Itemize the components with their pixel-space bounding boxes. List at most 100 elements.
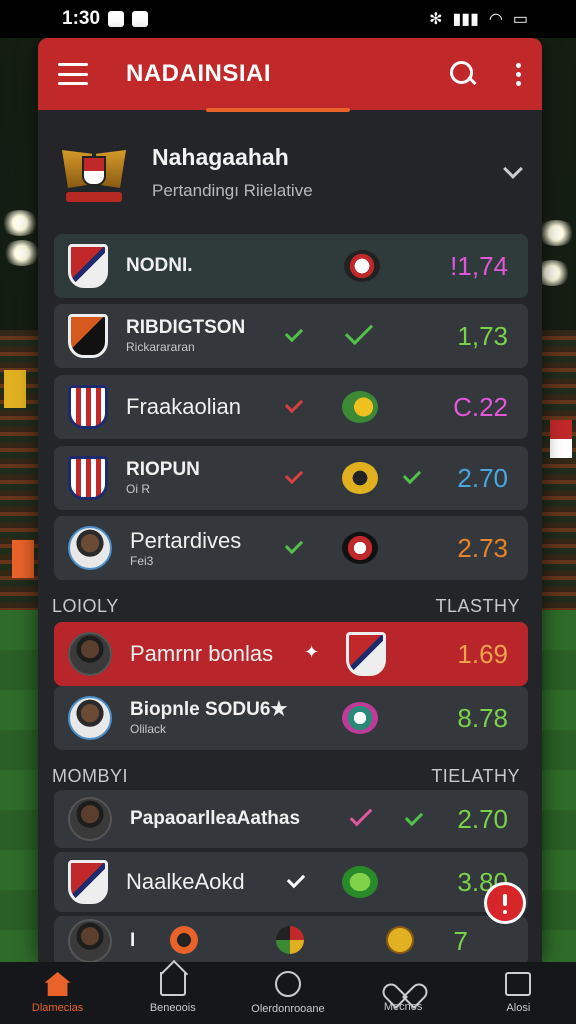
battery-icon: ▭ xyxy=(512,11,528,28)
odds-value[interactable]: 7 xyxy=(454,926,468,957)
check-icon xyxy=(402,465,422,485)
team-subname: Fei3 xyxy=(130,553,154,568)
app-title: NADAINSIAI xyxy=(126,60,272,87)
ball-icon xyxy=(342,532,378,564)
home-icon xyxy=(44,972,71,996)
check-icon xyxy=(349,803,373,827)
team-badge-icon xyxy=(68,385,108,429)
odds-value[interactable]: 2.70 xyxy=(457,804,508,835)
team-name: Fraakaolian xyxy=(126,394,241,420)
nav-item-2[interactable]: Beneoois xyxy=(118,972,228,1014)
nav-item-4[interactable]: Mecnos xyxy=(348,973,458,1013)
flag xyxy=(550,420,572,458)
match-row[interactable]: I 7 xyxy=(54,916,528,962)
search-icon[interactable] xyxy=(448,59,478,89)
odds-value[interactable]: 8.78 xyxy=(457,703,508,734)
team-subname: Rickarararan xyxy=(126,340,195,355)
nav-label: Alosi xyxy=(506,1002,531,1014)
house-icon xyxy=(159,972,186,996)
circle-icon xyxy=(274,971,301,997)
flag xyxy=(4,370,26,408)
floodlight xyxy=(0,210,40,236)
match-row[interactable]: PapaoarlleаAathas 2.70 xyxy=(54,790,528,848)
section-label-right: TLASTHY xyxy=(435,596,520,616)
status-bar: 1:30 ✻ ▮▮▮ ◠ ▭ xyxy=(0,0,576,38)
match-row[interactable]: RIOPUN Oi R 2.70 xyxy=(54,446,528,510)
team-name: RIBDIGTSON Rickarararan xyxy=(126,318,245,354)
team-name: Pamrnr bonlas xyxy=(130,641,274,667)
team-name: RIOPUN Oi R xyxy=(126,460,200,496)
team-name-text: Pertardives xyxy=(130,527,242,553)
odds-value[interactable]: 1,73 xyxy=(457,321,508,352)
player-avatar xyxy=(68,696,112,740)
league-header[interactable]: Nahagaahah Pertandingı Riielative xyxy=(38,110,542,234)
ball-icon xyxy=(342,391,378,423)
player-avatar xyxy=(68,919,112,962)
odds-value[interactable]: C.22 xyxy=(453,392,508,423)
team-name: NaalkeAokd xyxy=(126,869,245,895)
featured-row[interactable]: Pamrnr bonlas ✦ 1.69 xyxy=(54,622,528,686)
match-row[interactable]: Pertardives Fei3 2.73 xyxy=(54,516,528,580)
floodlight xyxy=(2,240,42,266)
notification-icon xyxy=(108,11,125,27)
team-subname: Oi R xyxy=(126,482,150,497)
team-name: Biopnle SODU6★ Olilack xyxy=(130,700,287,736)
team-badge-icon xyxy=(68,314,108,358)
match-row[interactable]: NODNI. ǃ1,74 xyxy=(54,234,528,298)
app-panel: NADAINSIAI Nahagaahah Pertandingı Riiela… xyxy=(38,38,542,962)
team-badge-icon xyxy=(68,456,108,500)
flag xyxy=(12,540,34,578)
team-badge-icon xyxy=(68,244,108,288)
team-badge-icon xyxy=(68,860,108,904)
more-icon[interactable] xyxy=(516,62,522,86)
check-icon xyxy=(284,465,304,485)
team-subname: Olilack xyxy=(130,722,167,737)
odds-value[interactable]: ǃ1,74 xyxy=(450,251,508,282)
nav-item-5[interactable]: Alosi xyxy=(463,972,573,1014)
featured-row[interactable]: Biopnle SODU6★ Olilack 8.78 xyxy=(54,686,528,750)
odds-value[interactable]: 1.69 xyxy=(457,639,508,670)
menu-icon[interactable] xyxy=(58,63,88,85)
alert-fab-button[interactable] xyxy=(484,882,526,924)
team-name-text: Biopnle SODU6★ xyxy=(130,699,288,721)
nav-label: Dlamecias xyxy=(31,1002,84,1014)
bluetooth-icon: ✻ xyxy=(429,11,443,28)
check-icon xyxy=(344,316,374,346)
notification-icon xyxy=(132,11,149,27)
floodlight xyxy=(536,220,576,246)
team-name: NODNI. xyxy=(126,255,193,277)
heart-icon xyxy=(391,973,415,995)
team-name: I xyxy=(130,930,136,952)
match-row[interactable]: RIBDIGTSON Rickarararan 1,73 xyxy=(54,304,528,368)
wifi-icon: ◠ xyxy=(488,11,503,28)
ball-icon xyxy=(344,250,380,282)
team-name: PapaoarlleаAathas xyxy=(130,808,301,830)
odds-value[interactable]: 2.70 xyxy=(457,463,508,494)
match-row[interactable]: NaalkeAokd 3.80 xyxy=(54,852,528,912)
check-icon xyxy=(284,394,304,414)
odds-value[interactable]: 2.73 xyxy=(457,533,508,564)
crowd xyxy=(0,330,40,610)
section-label: MOMBYI xyxy=(52,766,129,786)
nav-label: Beneoois xyxy=(149,1002,196,1014)
player-avatar xyxy=(68,526,112,570)
chat-icon xyxy=(505,972,532,996)
league-crest-icon xyxy=(62,140,126,204)
ball-icon xyxy=(386,926,414,954)
ball-icon xyxy=(276,926,304,954)
nav-item-home[interactable]: Dlamecias xyxy=(3,972,113,1014)
ball-icon xyxy=(170,926,198,954)
team-badge-icon xyxy=(346,632,386,676)
section-label-right: TIELATHY xyxy=(431,766,520,786)
chevron-down-icon[interactable] xyxy=(503,159,523,179)
ball-icon xyxy=(342,462,378,494)
nav-label: Olerdonrooane xyxy=(251,1003,325,1015)
app-bar: NADAINSIAI xyxy=(38,38,542,112)
match-row[interactable]: Fraakaolian C.22 xyxy=(54,375,528,439)
nav-item-3[interactable]: Olerdonrooane xyxy=(233,971,343,1015)
team-name-text: RIOPUN xyxy=(126,459,200,481)
league-subtitle: Pertandingı Riielative xyxy=(152,180,313,200)
crowd xyxy=(536,330,576,610)
status-time: 1:30 xyxy=(62,8,101,29)
league-name: Nahagaahah xyxy=(152,143,289,170)
